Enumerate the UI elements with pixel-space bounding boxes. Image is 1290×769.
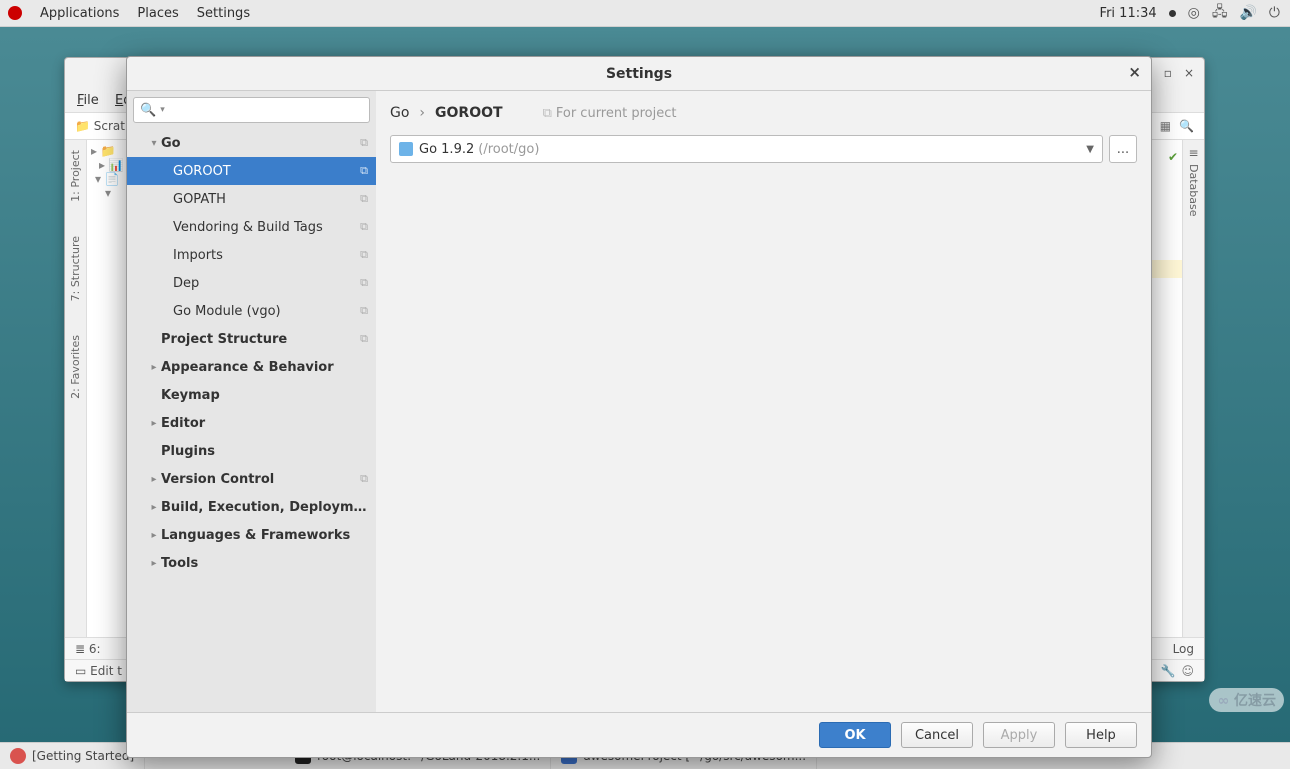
copy-icon: ⧉ (360, 472, 368, 486)
clock-label: Fri 11:34 (1100, 6, 1157, 21)
apply-button[interactable]: Apply (983, 722, 1055, 748)
cancel-button[interactable]: Cancel (901, 722, 973, 748)
help-icon (10, 748, 26, 764)
tree-plugins[interactable]: Plugins (127, 437, 376, 465)
settings-search-wrap: 🔍 ▾ (127, 91, 376, 129)
search-icon: 🔍 (140, 103, 156, 118)
watermark: ∞ 亿速云 (1209, 688, 1284, 712)
gnome-topbar: Applications Places Settings Fri 11:34 ◎… (0, 0, 1290, 27)
chevron-down-icon: ▾ (160, 105, 165, 115)
clock-dot-icon (1169, 10, 1176, 17)
chevron-right-icon: › (419, 105, 425, 121)
crumb-leaf: GOROOT (435, 105, 503, 121)
tree-vcs[interactable]: ▸Version Control⧉ (127, 465, 376, 493)
crumb-root[interactable]: Go (390, 105, 409, 121)
note-icon: ▭ (75, 664, 86, 678)
network-icon[interactable]: 🖧 (1212, 1, 1228, 25)
toolbar-icon[interactable]: ▦ (1160, 119, 1171, 133)
settings-main: Go › GOROOT ⧉ For current project Go 1.9… (376, 91, 1151, 712)
settings-dialog: Settings × 🔍 ▾ ▾Go⧉ GOROOT⧉ GOPATH⧉ Vend… (126, 56, 1152, 758)
settings-search-input[interactable]: 🔍 ▾ (133, 97, 370, 123)
tree-keymap[interactable]: Keymap (127, 381, 376, 409)
copy-icon: ⧉ (360, 248, 368, 262)
status2-left: Edit t (90, 664, 122, 678)
sdk-path: (/root/go) (478, 142, 539, 157)
copy-icon: ⧉ (360, 192, 368, 206)
go-sdk-icon (399, 142, 413, 156)
menu-settings[interactable]: Settings (197, 6, 250, 21)
window-close-icon[interactable]: × (1184, 66, 1194, 80)
settings-sidebar: 🔍 ▾ ▾Go⧉ GOROOT⧉ GOPATH⧉ Vendoring & Bui… (127, 91, 376, 712)
tree-editor[interactable]: ▸Editor (127, 409, 376, 437)
ide-crumb-label: Scrat (94, 119, 125, 133)
tab-project[interactable]: 1: Project (69, 146, 82, 206)
power-icon[interactable]: ⏻ (1269, 5, 1280, 21)
tab-database[interactable]: Database (1187, 160, 1200, 221)
ok-button[interactable]: OK (819, 722, 891, 748)
window-maximize-icon[interactable]: ▫ (1164, 66, 1172, 80)
sdk-label: Go 1.9.2 (419, 142, 474, 157)
settings-tree[interactable]: ▾Go⧉ GOROOT⧉ GOPATH⧉ Vendoring & Build T… (127, 129, 376, 712)
tree-tools[interactable]: ▸Tools (127, 549, 376, 577)
browse-button[interactable]: ... (1109, 135, 1137, 163)
ide-right-rail: ≡ Database (1182, 140, 1204, 637)
menu-applications[interactable]: Applications (40, 6, 119, 21)
help-button[interactable]: Help (1065, 722, 1137, 748)
tree-project-structure[interactable]: Project Structure⧉ (127, 325, 376, 353)
tree-imports[interactable]: Imports⧉ (127, 241, 376, 269)
tree-appearance[interactable]: ▸Appearance & Behavior (127, 353, 376, 381)
copy-icon: ⧉ (360, 332, 368, 346)
distro-icon (8, 6, 22, 20)
status-log[interactable]: Log (1173, 642, 1194, 656)
tree-dep[interactable]: Dep⧉ (127, 269, 376, 297)
inspection-ok-icon: ✔ (1168, 150, 1178, 164)
status-left: 6: (89, 642, 101, 656)
wrench-icon[interactable]: 🔧 (1161, 664, 1176, 678)
settings-footer: OK Cancel Apply Help (127, 713, 1151, 757)
tab-structure[interactable]: 7: Structure (69, 232, 82, 305)
volume-icon[interactable]: 🔊 (1239, 5, 1256, 21)
tree-goroot[interactable]: GOROOT⧉ (127, 157, 376, 185)
tree-build[interactable]: ▸Build, Execution, Deployment (127, 493, 376, 521)
breadcrumb: Go › GOROOT ⧉ For current project (390, 101, 1137, 125)
menu-places[interactable]: Places (137, 6, 178, 21)
tree-langs[interactable]: ▸Languages & Frameworks (127, 521, 376, 549)
search-icon[interactable]: 🔍 (1179, 119, 1194, 133)
settings-titlebar: Settings × (127, 57, 1151, 90)
tree-go[interactable]: ▾Go⧉ (127, 129, 376, 157)
copy-icon: ⧉ (360, 220, 368, 234)
copy-icon: ⧉ (360, 164, 368, 178)
desktop: ▫ × File Edit 📁 Scrat ▦ 🔍 1: Project 7: … (0, 27, 1290, 742)
copy-icon: ⧉ (360, 304, 368, 318)
person-icon[interactable]: ☺ (1181, 664, 1194, 678)
sdk-select[interactable]: Go 1.9.2 (/root/go) ▼ (390, 135, 1103, 163)
tree-vgo[interactable]: Go Module (vgo)⧉ (127, 297, 376, 325)
tree-gopath[interactable]: GOPATH⧉ (127, 185, 376, 213)
list-icon[interactable]: ≣ (75, 642, 85, 656)
tree-vendoring[interactable]: Vendoring & Build Tags⧉ (127, 213, 376, 241)
ide-menu-file[interactable]: File (77, 93, 99, 108)
copy-icon: ⧉ (543, 106, 552, 121)
task-getting-started[interactable]: [Getting Started] (0, 743, 145, 769)
close-icon[interactable]: × (1128, 63, 1141, 81)
tab-favorites[interactable]: 2: Favorites (69, 331, 82, 403)
copy-icon: ⧉ (360, 276, 368, 290)
settings-title-label: Settings (606, 66, 672, 82)
search-field[interactable] (169, 103, 363, 118)
accessibility-icon[interactable]: ◎ (1188, 5, 1200, 21)
database-icon[interactable]: ≡ (1188, 146, 1198, 160)
folder-icon: 📁 (75, 119, 90, 133)
ide-left-rail: 1: Project 7: Structure 2: Favorites (65, 140, 87, 637)
copy-icon: ⧉ (360, 136, 368, 150)
chevron-down-icon: ▼ (1086, 144, 1094, 155)
scope-label: ⧉ For current project (543, 106, 677, 121)
